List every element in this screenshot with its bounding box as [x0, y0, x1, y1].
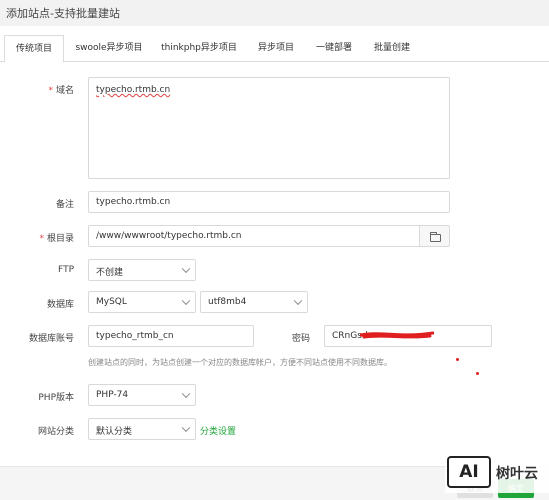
chevron-down-icon	[293, 296, 303, 306]
dialog-title-bar: 添加站点-支持批量建站	[0, 0, 549, 26]
site-category-label: 网站分类	[37, 427, 74, 437]
root-dir-input[interactable]: /www/wwwroot/typecho.rtmb.cn	[88, 225, 420, 247]
red-dot	[476, 372, 479, 375]
ftp-value: 不创建	[96, 268, 124, 278]
watermark-text: 树叶云	[496, 466, 538, 482]
chevron-down-icon	[181, 423, 191, 433]
database-type-select[interactable]: MySQL	[88, 291, 196, 313]
chevron-down-icon	[181, 264, 191, 274]
db-account-label: 数据库账号	[28, 334, 74, 344]
watermark: AI 树叶云	[445, 453, 549, 493]
database-charset-value: utf8mb4	[208, 297, 247, 307]
tab-swoole[interactable]: swoole异步项目	[70, 35, 148, 62]
dialog-title: 添加站点-支持批量建站	[6, 7, 120, 20]
database-label: 数据库	[46, 300, 74, 310]
red-dot	[456, 358, 459, 361]
php-version-select[interactable]: PHP-74	[88, 384, 196, 406]
db-account-value: typecho_rtmb_cn	[96, 331, 174, 341]
remark-value: typecho.rtmb.cn	[96, 197, 171, 207]
domain-textarea[interactable]: typecho.rtmb.cn	[88, 77, 450, 179]
remark-label: 备注	[55, 200, 74, 210]
tab-bar: 传统项目 swoole异步项目 thinkphp异步项目 异步项目 一键部署 批…	[0, 35, 549, 63]
db-hint-text: 创建站点的同时，为站点创建一个对应的数据库帐户，方便不同站点使用不同数据库。	[88, 358, 392, 367]
redaction-mark	[360, 331, 434, 339]
tab-async[interactable]: 异步项目	[250, 35, 302, 62]
tab-traditional[interactable]: 传统项目	[4, 35, 64, 63]
database-charset-select[interactable]: utf8mb4	[200, 291, 308, 313]
php-version-value: PHP-74	[96, 390, 129, 400]
database-type-value: MySQL	[96, 297, 127, 307]
root-dir-label: * 根目录	[39, 234, 74, 244]
ftp-label: FTP	[58, 265, 74, 275]
watermark-logo: AI	[447, 456, 491, 488]
site-category-select[interactable]: 默认分类	[88, 418, 196, 440]
domain-label: * 域名	[48, 86, 74, 96]
required-mark: *	[39, 234, 44, 244]
tab-batch-create[interactable]: 批量创建	[366, 35, 418, 62]
remark-input[interactable]: typecho.rtmb.cn	[88, 191, 450, 213]
ftp-select[interactable]: 不创建	[88, 259, 196, 281]
browse-folder-button[interactable]	[420, 225, 450, 247]
chevron-down-icon	[181, 296, 191, 306]
folder-icon	[430, 232, 441, 242]
php-version-label: PHP版本	[38, 393, 74, 403]
root-dir-value: /www/wwwroot/typecho.rtmb.cn	[96, 231, 242, 241]
site-category-value: 默认分类	[96, 427, 133, 437]
tab-one-click-deploy[interactable]: 一键部署	[308, 35, 360, 62]
domain-value: typecho.rtmb.cn	[96, 85, 171, 95]
chevron-down-icon	[181, 389, 191, 399]
category-settings-link[interactable]: 分类设置	[200, 424, 236, 437]
db-account-input[interactable]: typecho_rtmb_cn	[88, 325, 254, 347]
required-mark: *	[48, 86, 53, 96]
db-password-label: 密码	[291, 334, 310, 344]
tab-thinkphp[interactable]: thinkphp异步项目	[156, 35, 242, 62]
